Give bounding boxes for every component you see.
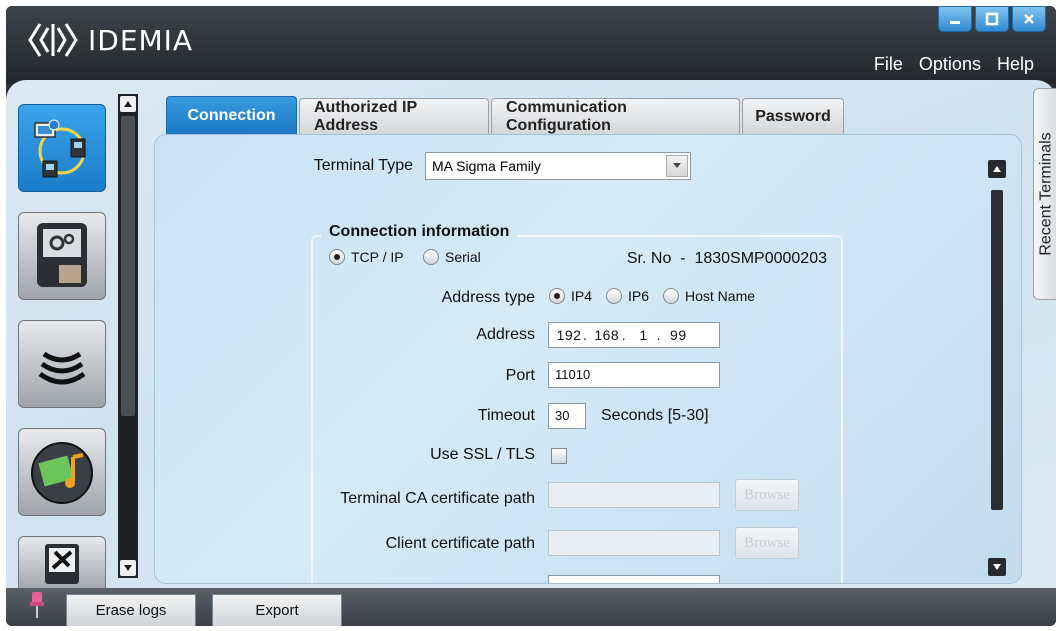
export-button[interactable]: Export xyxy=(212,594,342,626)
radio-selected xyxy=(549,288,565,304)
tab-communication-config[interactable]: Communication Configuration xyxy=(491,98,740,134)
panel-scroll-up-button[interactable] xyxy=(988,160,1006,178)
terminal-settings-icon xyxy=(37,223,87,287)
ip-octet-2: 168 xyxy=(594,327,620,343)
terminal-type-select[interactable]: MA Sigma Family xyxy=(425,152,691,180)
radio-host-name[interactable]: Host Name xyxy=(663,288,755,304)
radio-unselected xyxy=(606,288,622,304)
tools-icon xyxy=(45,544,79,584)
close-button[interactable] xyxy=(1012,6,1046,32)
radio-ip4-label: IP4 xyxy=(571,288,593,304)
minimize-button[interactable] xyxy=(938,6,972,32)
wireless-waves-icon xyxy=(38,351,86,385)
ca-cert-input[interactable] xyxy=(548,482,720,508)
minimize-icon xyxy=(950,21,960,24)
brand-name: IDEMIA xyxy=(88,23,194,57)
connection-info-title: Connection information xyxy=(321,223,518,241)
port-label: Port xyxy=(505,367,535,384)
nav-tools[interactable] xyxy=(18,536,106,592)
dropdown-button[interactable] xyxy=(666,155,688,177)
nav-wireless[interactable] xyxy=(18,320,106,408)
ip-octet-3: 1 xyxy=(639,327,648,343)
maximize-icon xyxy=(985,12,999,26)
recent-terminals-tab[interactable]: Recent Terminals xyxy=(1033,88,1056,300)
ca-browse-button[interactable]: Browse xyxy=(735,479,799,511)
client-cert-input[interactable] xyxy=(548,530,720,556)
ssl-checkbox[interactable] xyxy=(551,448,567,464)
timeout-hint: Seconds [5-30] xyxy=(601,407,709,424)
tab-authorized-ip[interactable]: Authorized IP Address xyxy=(299,98,489,134)
nav-multimedia[interactable] xyxy=(18,428,106,516)
partial-input[interactable] xyxy=(548,575,720,583)
ip-address-input[interactable]: 192. 168. 1. 99 xyxy=(548,322,720,348)
close-icon xyxy=(1024,14,1034,24)
nav-scroll-up-button[interactable] xyxy=(120,96,136,112)
client-browse-button[interactable]: Browse xyxy=(735,527,799,559)
radio-unselected xyxy=(663,288,679,304)
radio-tcp-ip-label: TCP / IP xyxy=(351,249,404,265)
address-label: Address xyxy=(476,326,535,343)
pin-icon[interactable] xyxy=(28,590,46,620)
menu-options[interactable]: Options xyxy=(919,54,981,75)
window-controls xyxy=(938,6,1046,32)
bottom-toolbar: Erase logs Export xyxy=(6,588,1056,626)
terminal-type-value: MA Sigma Family xyxy=(432,158,541,174)
tab-password[interactable]: Password xyxy=(742,98,844,134)
nav-connection[interactable] xyxy=(18,104,106,192)
chevron-down-icon xyxy=(673,163,681,168)
serial-number: Sr. No - 1830SMP0000203 xyxy=(626,250,827,267)
app-window: IDEMIA File Options Help Connection Auth… xyxy=(6,6,1056,626)
radio-unselected xyxy=(423,249,439,265)
panel-scroll-down-button[interactable] xyxy=(988,558,1006,576)
radio-selected xyxy=(329,249,345,265)
radio-ip6[interactable]: IP6 xyxy=(606,288,649,304)
ca-cert-label: Terminal CA certificate path xyxy=(340,490,535,507)
radio-tcp-ip[interactable]: TCP / IP xyxy=(329,249,404,265)
panel-scrollbar[interactable] xyxy=(986,160,1008,580)
network-terminals-icon xyxy=(34,119,86,178)
idemia-logo: IDEMIA xyxy=(26,18,193,62)
radio-ip6-label: IP6 xyxy=(628,288,650,304)
erase-logs-button[interactable]: Erase logs xyxy=(66,594,196,626)
arrow-up-icon xyxy=(124,101,132,107)
terminal-type-label: Terminal Type xyxy=(313,157,413,174)
tab-bar: Connection Authorized IP Address Communi… xyxy=(166,96,844,134)
panel-scroll-thumb[interactable] xyxy=(991,190,1003,510)
radio-ip4[interactable]: IP4 xyxy=(549,288,592,304)
menu-file[interactable]: File xyxy=(874,54,903,75)
ip-octet-1: 192 xyxy=(556,327,582,343)
arrow-up-icon xyxy=(993,166,1001,172)
multimedia-icon xyxy=(31,442,93,504)
nav-scroll-down-button[interactable] xyxy=(120,560,136,576)
nav-scroll-thumb[interactable] xyxy=(121,116,135,416)
arrow-down-icon xyxy=(124,565,132,571)
nav-terminal-settings[interactable] xyxy=(18,212,106,300)
title-bar: IDEMIA File Options Help xyxy=(6,6,1056,84)
content-area: Connection Authorized IP Address Communi… xyxy=(6,80,1056,592)
radio-host-name-label: Host Name xyxy=(685,288,756,304)
ssl-label: Use SSL / TLS xyxy=(430,446,535,463)
radio-serial-label: Serial xyxy=(445,249,481,265)
arrow-down-icon xyxy=(993,564,1001,570)
ip-octet-4: 99 xyxy=(670,327,687,343)
nav-scrollbar[interactable] xyxy=(118,94,138,578)
tab-connection[interactable]: Connection xyxy=(166,96,297,134)
radio-serial[interactable]: Serial xyxy=(423,249,481,265)
menu-help[interactable]: Help xyxy=(997,54,1034,75)
timeout-input[interactable]: 30 xyxy=(548,403,586,429)
connection-panel: Terminal Type MA Sigma Family Connection… xyxy=(154,134,1022,584)
menu-bar: File Options Help xyxy=(874,54,1034,75)
idemia-logo-icon xyxy=(28,23,78,57)
client-cert-label: Client certificate path xyxy=(385,535,535,552)
left-nav xyxy=(14,94,140,592)
recent-terminals-label: Recent Terminals xyxy=(1038,132,1055,256)
timeout-label: Timeout xyxy=(477,407,535,424)
address-type-label: Address type xyxy=(441,289,535,306)
maximize-button[interactable] xyxy=(975,6,1009,32)
port-input[interactable]: 11010 xyxy=(548,362,720,388)
